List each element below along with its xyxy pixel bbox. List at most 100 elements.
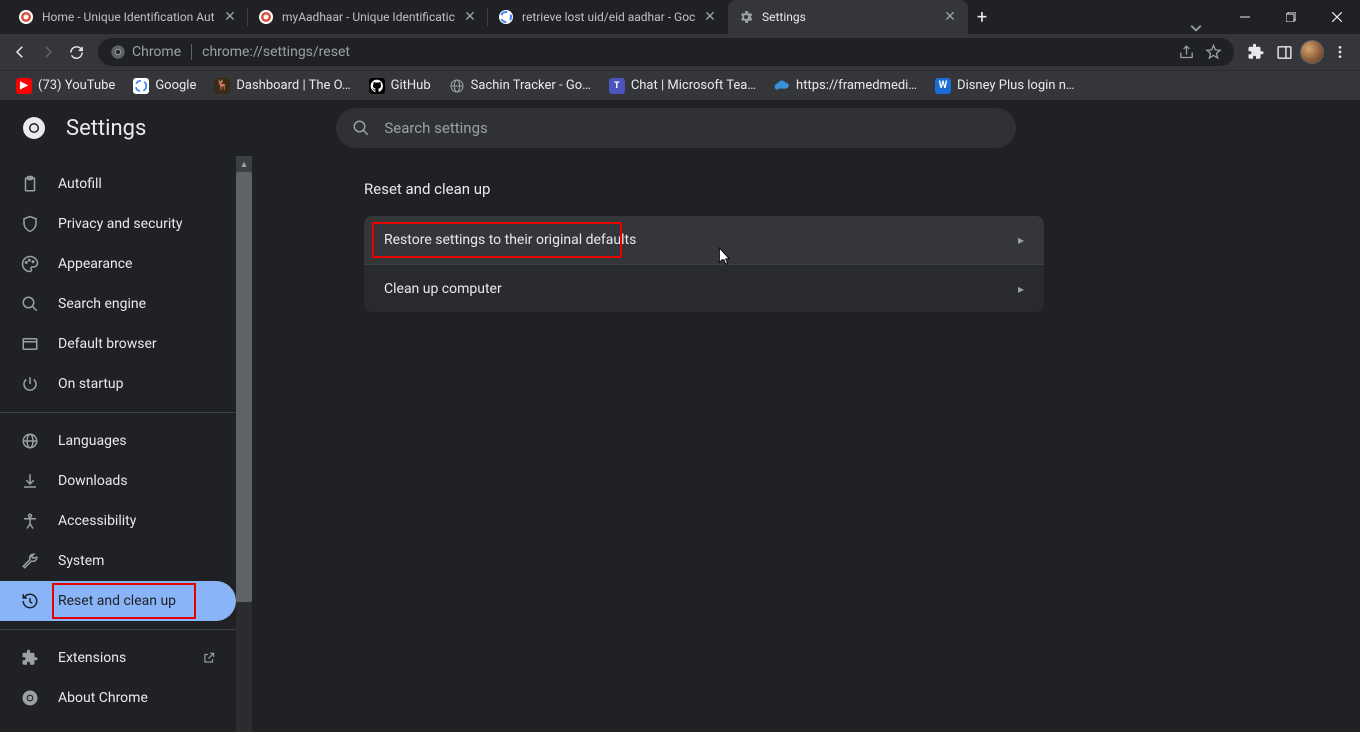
bookmark-label: Disney Plus login n… (957, 78, 1075, 93)
download-icon (20, 472, 40, 490)
sidebar-item-downloads[interactable]: Downloads (0, 461, 236, 501)
tab-close-icon[interactable]: ✕ (462, 9, 478, 25)
sidebar-item-label: Extensions (58, 650, 126, 666)
sidebar-item-default-browser[interactable]: Default browser (0, 324, 236, 364)
bookmark-label: (73) YouTube (38, 78, 115, 93)
settings-sidebar: Autofill Privacy and security Appearance… (0, 156, 252, 732)
sidebar-item-label: About Chrome (58, 690, 148, 706)
browser-tab[interactable]: retrieve lost uid/eid aadhar - Goc ✕ (488, 0, 728, 34)
sidebar-item-extensions[interactable]: Extensions (0, 638, 236, 678)
window-maximize-button[interactable] (1268, 0, 1314, 34)
sidebar-item-appearance[interactable]: Appearance (0, 244, 236, 284)
sidebar-item-label: System (58, 553, 104, 569)
tab-search-button[interactable] (1176, 22, 1216, 34)
settings-title: Settings (66, 116, 146, 141)
sidebar-item-label: Appearance (58, 256, 132, 272)
browser-tab[interactable]: myAadhaar - Unique Identificatic ✕ (248, 0, 488, 34)
settings-content: Reset and clean up Restore settings to t… (252, 156, 1360, 732)
settings-body: Autofill Privacy and security Appearance… (0, 156, 1360, 732)
sidebar-item-on-startup[interactable]: On startup (0, 364, 236, 404)
setting-row-cleanup[interactable]: Clean up computer ▸ (364, 264, 1044, 312)
address-bar[interactable]: Chrome chrome://settings/reset (98, 38, 1234, 66)
youtube-icon: ▶ (16, 78, 32, 94)
favicon-uidai-icon (18, 9, 34, 25)
bookmark-item[interactable]: GitHub (361, 74, 439, 98)
sidebar-item-languages[interactable]: Languages (0, 421, 236, 461)
share-icon[interactable] (1178, 44, 1195, 61)
chevron-right-icon: ▸ (1018, 233, 1024, 247)
scrollbar-up-button[interactable]: ▲ (236, 156, 252, 172)
browser-window-icon (20, 335, 40, 353)
extensions-icon (20, 649, 40, 667)
site-chip[interactable]: Chrome (110, 44, 192, 60)
bookmark-label: GitHub (391, 78, 431, 93)
bookmark-item[interactable]: 🦌Dashboard | The O… (206, 74, 358, 98)
sidebar-item-privacy[interactable]: Privacy and security (0, 204, 236, 244)
bookmark-item[interactable]: TChat | Microsoft Tea… (601, 74, 764, 98)
search-icon (352, 119, 370, 137)
profile-avatar[interactable] (1298, 38, 1326, 66)
setting-row-restore-defaults[interactable]: Restore settings to their original defau… (364, 216, 1044, 264)
browser-tab[interactable]: Home - Unique Identification Aut ✕ (8, 0, 248, 34)
bookmark-item[interactable]: Google (125, 74, 204, 98)
settings-header: Settings Search settings (0, 100, 1360, 156)
power-icon (20, 375, 40, 393)
restore-icon (20, 592, 40, 610)
dashboard-icon: 🦌 (214, 78, 230, 94)
window-minimize-button[interactable] (1222, 0, 1268, 34)
favicon-uidai-icon (258, 9, 274, 25)
cloud-icon (774, 78, 790, 94)
url-text: chrome://settings/reset (202, 44, 350, 60)
new-tab-button[interactable]: + (968, 0, 996, 34)
tab-close-icon[interactable]: ✕ (222, 9, 238, 25)
sidebar-item-label: Default browser (58, 336, 157, 352)
sidebar-item-label: Languages (58, 433, 127, 449)
sidebar-item-label: Accessibility (58, 513, 136, 529)
bookmark-label: Chat | Microsoft Tea… (631, 78, 756, 93)
bookmark-item[interactable]: https://framedmedi… (766, 74, 925, 98)
site-chip-label: Chrome (132, 44, 181, 60)
extensions-button[interactable] (1242, 38, 1270, 66)
github-icon (369, 78, 385, 94)
sidebar-item-label: Reset and clean up (58, 593, 176, 609)
shield-icon (20, 215, 40, 233)
sidebar-item-search-engine[interactable]: Search engine (0, 284, 236, 324)
browser-menu-button[interactable] (1326, 38, 1354, 66)
bookmark-item[interactable]: ▶ (73) YouTube (8, 74, 123, 98)
chrome-logo-icon (20, 114, 48, 142)
nav-reload-button[interactable] (62, 38, 90, 66)
tab-close-icon[interactable]: ✕ (942, 9, 958, 25)
sidebar-item-label: Autofill (58, 176, 102, 192)
window-controls (1222, 0, 1360, 34)
favicon-google-icon (498, 9, 514, 25)
tab-title: Settings (762, 10, 936, 24)
palette-icon (20, 255, 40, 273)
sidebar-item-accessibility[interactable]: Accessibility (0, 501, 236, 541)
google-icon (133, 78, 149, 94)
bookmark-star-icon[interactable] (1205, 44, 1222, 61)
tab-close-icon[interactable]: ✕ (702, 9, 718, 25)
browser-tab-active[interactable]: Settings ✕ (728, 0, 968, 34)
accessibility-icon (20, 512, 40, 530)
sidebar-item-label: On startup (58, 376, 124, 392)
nav-back-button[interactable] (6, 38, 34, 66)
bookmarks-bar: ▶ (73) YouTube Google 🦌Dashboard | The O…… (0, 70, 1360, 100)
bookmark-item[interactable]: Sachin Tracker - Go… (441, 74, 599, 98)
setting-row-label: Clean up computer (384, 281, 502, 297)
side-panel-button[interactable] (1270, 38, 1298, 66)
sidebar-item-autofill[interactable]: Autofill (0, 164, 236, 204)
browser-toolbar: Chrome chrome://settings/reset (0, 34, 1360, 70)
settings-search[interactable]: Search settings (336, 108, 1016, 148)
nav-forward-button[interactable] (34, 38, 62, 66)
sidebar-item-system[interactable]: System (0, 541, 236, 581)
window-close-button[interactable] (1314, 0, 1360, 34)
tab-strip: Home - Unique Identification Aut ✕ myAad… (0, 0, 1176, 34)
scrollbar-thumb[interactable] (236, 172, 252, 602)
globe-icon (449, 78, 465, 94)
search-icon (20, 295, 40, 313)
sidebar-item-about[interactable]: About Chrome (0, 678, 236, 718)
bookmark-label: Google (155, 78, 196, 93)
section-title: Reset and clean up (364, 180, 1044, 198)
sidebar-item-reset[interactable]: Reset and clean up (0, 581, 236, 621)
bookmark-item[interactable]: WDisney Plus login n… (927, 74, 1083, 98)
